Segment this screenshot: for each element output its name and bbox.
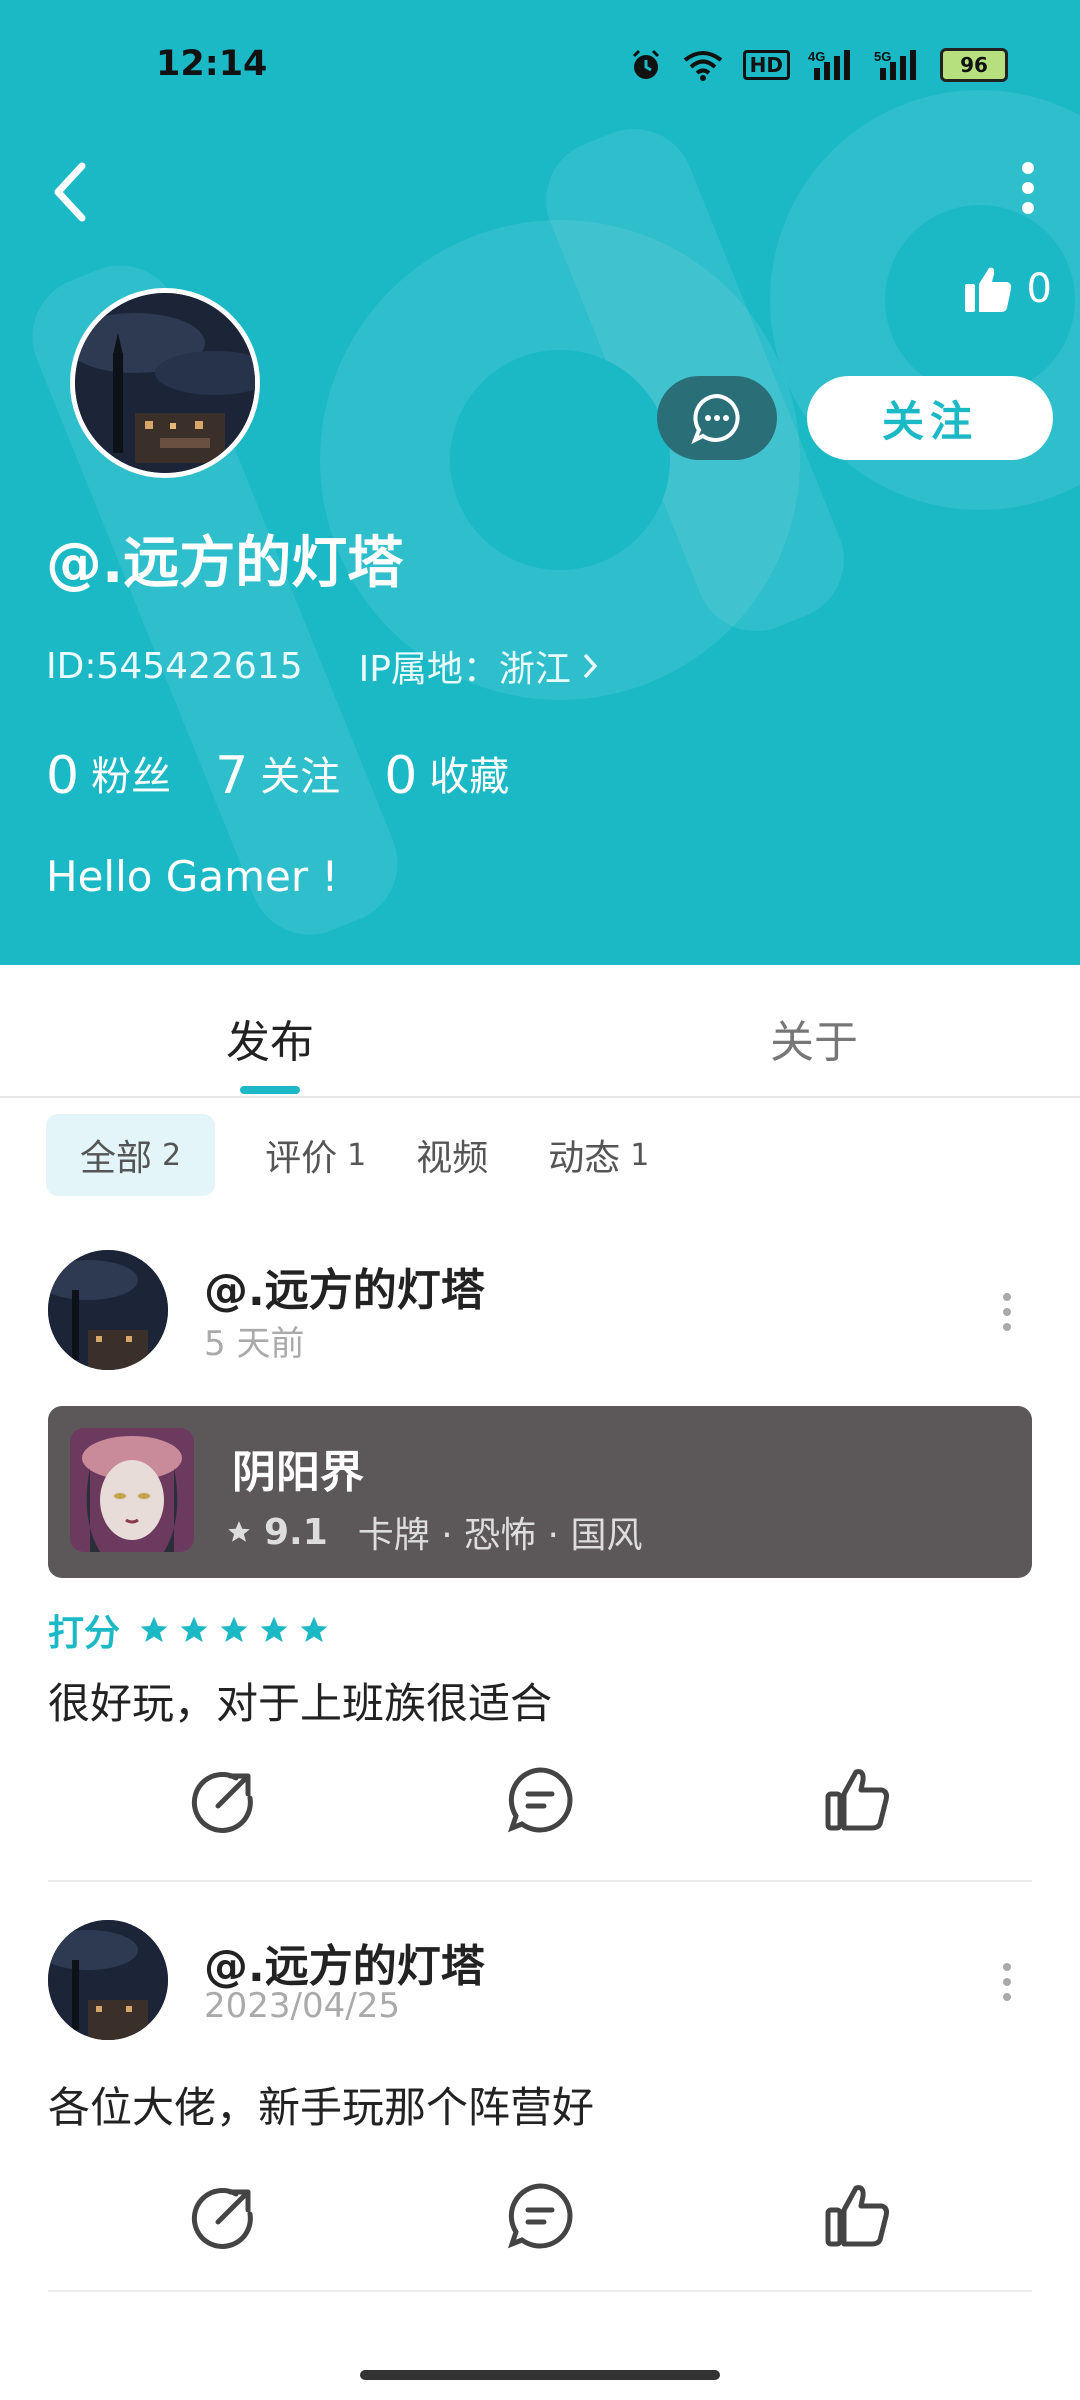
like-icon[interactable]: [822, 2180, 894, 2252]
divider: [48, 2290, 1032, 2292]
5g-signal-icon: 5G: [874, 49, 916, 80]
svg-text:5G: 5G: [874, 49, 891, 64]
post-actions: [48, 1764, 1032, 1844]
filter-videos[interactable]: 视频: [416, 1114, 498, 1196]
star-icon: [228, 1521, 250, 1542]
ip-location[interactable]: IP属地：浙江: [359, 640, 599, 692]
stat-fans[interactable]: 0 粉丝: [46, 744, 171, 806]
profile-stats: 0 粉丝 7 关注 0 收藏: [46, 744, 509, 806]
chevron-right-icon: [583, 653, 598, 679]
chat-bubble-icon: [691, 393, 740, 444]
post-card[interactable]: @.远方的灯塔 2023/04/25 各位大佬，新手玩那个阵营好: [48, 1920, 1032, 2220]
divider: [48, 1880, 1032, 1882]
game-thumbnail: [70, 1428, 194, 1552]
game-card[interactable]: 阴阳界 9.1 卡牌 · 恐怖 · 国风: [48, 1406, 1032, 1578]
avatar[interactable]: [48, 1920, 168, 2040]
avatar-image: [75, 293, 255, 473]
profile-meta: ID:545422615 IP属地：浙江: [46, 640, 599, 692]
thumbs-up-icon: [964, 267, 1011, 312]
back-icon[interactable]: [44, 158, 98, 226]
avatar[interactable]: [48, 1250, 168, 1370]
share-icon[interactable]: [188, 1764, 260, 1836]
more-vertical-icon[interactable]: [1000, 1292, 1014, 1332]
like-count: 0: [1026, 266, 1052, 312]
tab-posts[interactable]: 发布: [226, 1006, 314, 1070]
filter-reviews[interactable]: 评价 1: [265, 1114, 366, 1196]
comment-icon[interactable]: [504, 1764, 576, 1836]
like-icon[interactable]: [822, 1764, 894, 1836]
game-tags: 卡牌 · 恐怖 · 国风: [357, 1515, 643, 1556]
star-icon: [220, 1616, 248, 1642]
post-author[interactable]: @.远方的灯塔: [204, 1254, 485, 1318]
star-icon: [180, 1616, 208, 1642]
star-icon: [300, 1616, 328, 1642]
status-bar: 12:14 HD 4G 5G 96: [0, 0, 1080, 120]
rating-label: 打分: [48, 1613, 121, 1654]
rating-row: 打分: [48, 1604, 330, 1656]
stat-favorites[interactable]: 0 收藏: [384, 744, 509, 806]
content-tabs: 发布 关于: [0, 966, 1080, 1098]
star-icon: [140, 1616, 168, 1642]
more-vertical-icon[interactable]: [1016, 162, 1040, 214]
profile-like-count[interactable]: 0: [963, 264, 1052, 314]
tab-about[interactable]: 关于: [770, 1006, 858, 1070]
post-text: 很好玩，对于上班族很适合: [48, 1679, 553, 1728]
user-id: ID:545422615: [46, 645, 303, 687]
star-rating: [138, 1614, 330, 1646]
comment-icon[interactable]: [504, 2180, 576, 2252]
post-actions: [48, 2180, 1032, 2260]
battery-icon: 96: [940, 48, 1008, 82]
wifi-icon: [683, 51, 722, 81]
hd-icon: HD: [742, 50, 790, 80]
clock: 12:14: [156, 44, 268, 84]
profile-nickname: @.远方的灯塔: [46, 531, 404, 596]
game-name: 阴阳界: [232, 1447, 364, 1498]
alarm-icon: [632, 49, 659, 79]
avatar-image: [48, 1250, 168, 1370]
ip-location-label: IP属地：浙江: [358, 649, 571, 690]
post-card[interactable]: @.远方的灯塔 5 天前 阴阳界 9.1 卡牌 · 恐怖 · 国风 打分 很好玩…: [48, 1250, 1032, 1840]
4g-signal-icon: 4G: [808, 49, 850, 80]
more-vertical-icon[interactable]: [1000, 1962, 1014, 2002]
active-tab-indicator: [240, 1086, 300, 1094]
star-icon: [260, 1616, 288, 1642]
filter-chips: 全部 2 评价 1 视频 动态 1: [46, 1114, 649, 1196]
post-author[interactable]: @.远方的灯塔: [204, 1930, 485, 1994]
filter-all[interactable]: 全部 2: [46, 1114, 216, 1196]
post-time: 2023/04/25: [204, 1986, 400, 2026]
stat-following[interactable]: 7 关注: [215, 744, 340, 806]
game-meta: 9.1 卡牌 · 恐怖 · 国风: [226, 1506, 642, 1558]
profile-header: 12:14 HD 4G 5G 96 0 关注 @.远方的灯塔 ID:545422…: [0, 0, 1080, 965]
status-icons: HD 4G 5G 96: [629, 48, 1008, 82]
post-text: 各位大佬，新手玩那个阵营好: [48, 2083, 595, 2132]
share-icon[interactable]: [188, 2180, 260, 2252]
game-score: 9.1: [264, 1511, 328, 1553]
avatar-image: [48, 1920, 168, 2040]
profile-avatar[interactable]: [70, 288, 260, 478]
home-indicator[interactable]: [360, 2370, 720, 2380]
message-button[interactable]: [657, 376, 777, 460]
watermark-logo: [32, 90, 1080, 935]
svg-text:4G: 4G: [808, 49, 825, 64]
filter-moments[interactable]: 动态 1: [548, 1114, 649, 1196]
post-time: 5 天前: [204, 1324, 305, 1364]
follow-button[interactable]: 关注: [807, 376, 1053, 460]
profile-bio: Hello Gamer !: [46, 852, 339, 901]
